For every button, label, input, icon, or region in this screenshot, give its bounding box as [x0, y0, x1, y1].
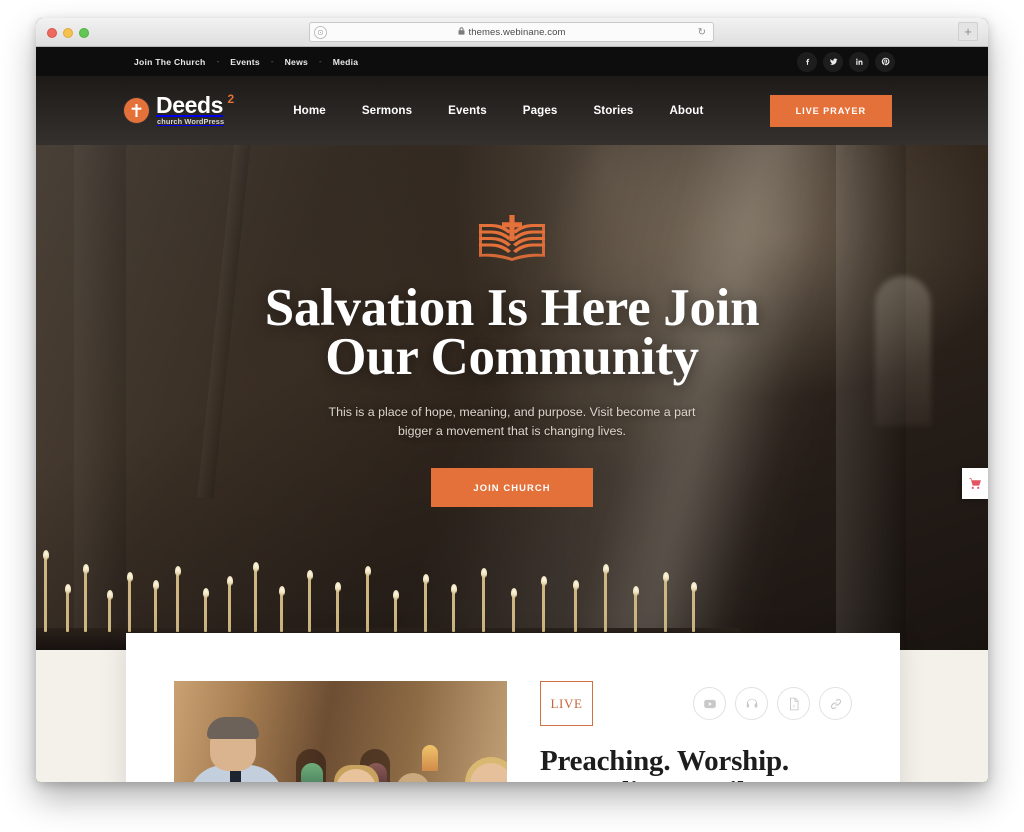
join-church-button[interactable]: JOIN CHURCH: [431, 468, 593, 507]
top-nav-item-events[interactable]: Events: [219, 57, 271, 67]
live-card-text-column: LIVE A Preaching. Worship.: [507, 681, 852, 782]
site-logo-tagline: church WordPress: [157, 117, 225, 126]
headphones-icon[interactable]: [735, 687, 768, 720]
open-bible-with-cross-icon: [476, 211, 548, 261]
nav-item-events[interactable]: Events: [430, 104, 505, 117]
pinterest-icon[interactable]: [875, 51, 895, 72]
browser-chrome: ⊙ themes.webinane.com ↻ +: [36, 18, 988, 47]
site-info-icon[interactable]: ⊙: [314, 26, 327, 39]
live-prayer-button[interactable]: LIVE PRAYER: [769, 94, 892, 127]
nav-item-pages[interactable]: Pages: [505, 104, 576, 117]
live-card-heading-line-1: Preaching. Worship.: [540, 745, 789, 777]
svg-text:A: A: [792, 703, 795, 708]
address-bar[interactable]: ⊙ themes.webinane.com ↻: [309, 22, 714, 42]
hero-subtitle: This is a place of hope, meaning, and pu…: [328, 404, 696, 438]
live-status-badge: LIVE: [540, 681, 593, 726]
cross-icon: [124, 98, 149, 123]
social-links: [797, 51, 895, 72]
site-logo[interactable]: Deeds 2 church WordPress: [124, 92, 234, 126]
top-nav-item-media[interactable]: Media: [322, 57, 370, 67]
nav-item-about[interactable]: About: [651, 104, 721, 117]
top-utility-bar: Join The Church - Events - News - Media: [36, 47, 988, 76]
address-bar-url: themes.webinane.com: [458, 27, 566, 38]
live-stream-card: LIVE A Preaching. Worship.: [126, 633, 900, 782]
link-icon[interactable]: [819, 687, 852, 720]
reload-icon[interactable]: ↻: [698, 27, 706, 38]
congregation-photo: [174, 681, 507, 782]
site-header: Deeds 2 church WordPress Home Sermons Ev…: [36, 76, 988, 145]
hero-content: Salvation Is Here Join Our Community Thi…: [36, 145, 988, 650]
hero-title-line-2: Our Community: [325, 328, 699, 387]
linkedin-icon[interactable]: [849, 51, 869, 72]
media-format-buttons: A: [693, 687, 852, 720]
twitter-icon[interactable]: [823, 51, 843, 72]
hero-section: Salvation Is Here Join Our Community Thi…: [36, 145, 988, 650]
live-card-heading: Preaching. Worship. An Online Family.: [540, 745, 852, 782]
new-tab-button[interactable]: +: [958, 22, 978, 41]
hero-title-line-1: Salvation Is Here Join: [264, 279, 760, 337]
nav-item-stories[interactable]: Stories: [575, 104, 651, 117]
live-card-heading-line-2: An Online Family.: [540, 776, 852, 782]
main-navigation: Home Sermons Events Pages Stories About: [275, 104, 721, 117]
window-minimize-button[interactable]: [63, 28, 73, 38]
site-logo-text: Deeds 2 church WordPress: [156, 92, 234, 126]
window-maximize-button[interactable]: [79, 28, 89, 38]
top-nav-item-news[interactable]: News: [274, 57, 319, 67]
hero-title: Salvation Is Here Join Our Community: [264, 279, 760, 387]
url-string: themes.webinane.com: [468, 26, 566, 38]
nav-item-home[interactable]: Home: [275, 104, 344, 117]
lock-icon: [458, 26, 465, 38]
facebook-icon[interactable]: [797, 51, 817, 72]
video-icon[interactable]: [693, 687, 726, 720]
page-viewport: Join The Church - Events - News - Media: [36, 47, 988, 782]
site-logo-name: Deeds: [156, 92, 224, 118]
top-nav-item-join-the-church[interactable]: Join The Church: [123, 57, 217, 67]
nav-item-sermons[interactable]: Sermons: [344, 104, 430, 117]
browser-window: ⊙ themes.webinane.com ↻ + Join The Churc…: [36, 18, 988, 782]
site-logo-superscript: 2: [227, 92, 235, 106]
pdf-document-icon[interactable]: A: [777, 687, 810, 720]
window-close-button[interactable]: [47, 28, 57, 38]
top-utility-nav: Join The Church - Events - News - Media: [123, 57, 369, 67]
shopping-cart-icon[interactable]: [962, 468, 988, 499]
